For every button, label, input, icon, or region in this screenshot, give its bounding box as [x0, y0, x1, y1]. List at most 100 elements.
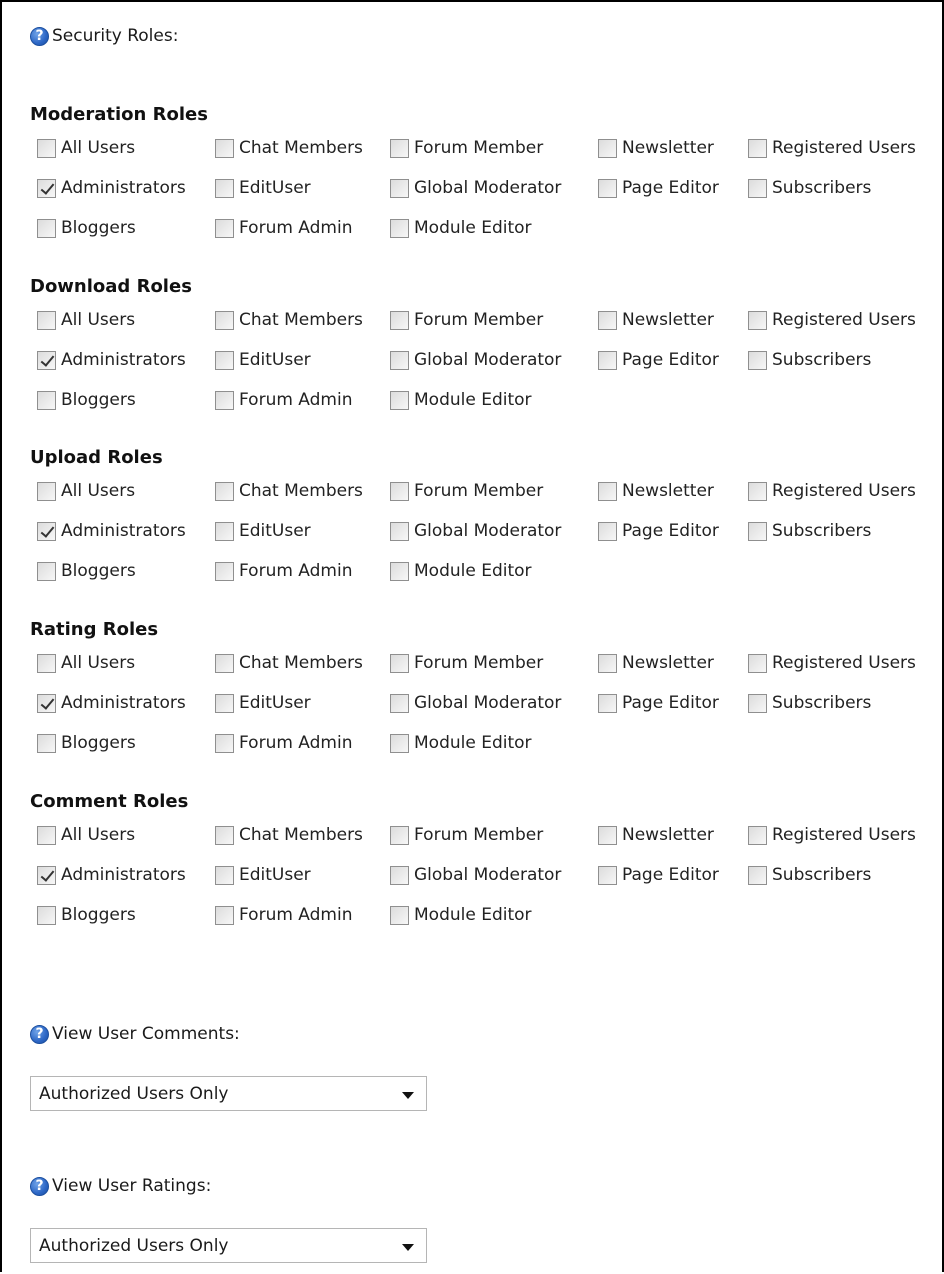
role-checkbox-forum-member[interactable]: Forum Member: [390, 653, 543, 673]
role-checkbox-global-moderator[interactable]: Global Moderator: [390, 865, 561, 885]
role-checkbox-subscribers[interactable]: Subscribers: [748, 178, 871, 198]
role-checkbox-newsletter[interactable]: Newsletter: [598, 310, 714, 330]
role-checkbox-all-users[interactable]: All Users: [37, 481, 135, 501]
checkbox[interactable]: [598, 653, 617, 673]
role-checkbox-edituser[interactable]: EditUser: [215, 178, 311, 198]
checkbox[interactable]: [390, 218, 409, 238]
checkbox[interactable]: [215, 693, 234, 713]
role-checkbox-registered-users[interactable]: Registered Users: [748, 825, 916, 845]
help-icon[interactable]: ?: [30, 26, 49, 46]
checkbox[interactable]: [748, 178, 767, 198]
checkbox[interactable]: [598, 178, 617, 198]
role-checkbox-module-editor[interactable]: Module Editor: [390, 561, 532, 581]
role-checkbox-newsletter[interactable]: Newsletter: [598, 481, 714, 501]
role-checkbox-page-editor[interactable]: Page Editor: [598, 350, 719, 370]
role-checkbox-registered-users[interactable]: Registered Users: [748, 481, 916, 501]
checkbox[interactable]: [215, 310, 234, 330]
role-checkbox-global-moderator[interactable]: Global Moderator: [390, 693, 561, 713]
checkbox[interactable]: [390, 865, 409, 885]
checkbox[interactable]: [390, 653, 409, 673]
role-checkbox-chat-members[interactable]: Chat Members: [215, 481, 363, 501]
checkbox[interactable]: [37, 178, 56, 198]
role-checkbox-module-editor[interactable]: Module Editor: [390, 905, 532, 925]
role-checkbox-forum-admin[interactable]: Forum Admin: [215, 905, 352, 925]
checkbox[interactable]: [598, 825, 617, 845]
checkbox[interactable]: [390, 561, 409, 581]
checkbox[interactable]: [215, 350, 234, 370]
checkbox[interactable]: [215, 865, 234, 885]
role-checkbox-page-editor[interactable]: Page Editor: [598, 178, 719, 198]
role-checkbox-chat-members[interactable]: Chat Members: [215, 138, 363, 158]
role-checkbox-bloggers[interactable]: Bloggers: [37, 905, 136, 925]
role-checkbox-newsletter[interactable]: Newsletter: [598, 653, 714, 673]
role-checkbox-module-editor[interactable]: Module Editor: [390, 218, 532, 238]
role-checkbox-registered-users[interactable]: Registered Users: [748, 138, 916, 158]
role-checkbox-chat-members[interactable]: Chat Members: [215, 653, 363, 673]
role-checkbox-registered-users[interactable]: Registered Users: [748, 653, 916, 673]
role-checkbox-all-users[interactable]: All Users: [37, 653, 135, 673]
checkbox[interactable]: [598, 865, 617, 885]
checkbox[interactable]: [37, 390, 56, 410]
role-checkbox-administrators[interactable]: Administrators: [37, 865, 186, 885]
checkbox[interactable]: [598, 350, 617, 370]
checkbox[interactable]: [215, 481, 234, 501]
role-checkbox-bloggers[interactable]: Bloggers: [37, 218, 136, 238]
role-checkbox-chat-members[interactable]: Chat Members: [215, 825, 363, 845]
checkbox[interactable]: [37, 218, 56, 238]
checkbox[interactable]: [37, 310, 56, 330]
role-checkbox-administrators[interactable]: Administrators: [37, 521, 186, 541]
checkbox[interactable]: [37, 138, 56, 158]
role-checkbox-forum-member[interactable]: Forum Member: [390, 825, 543, 845]
checkbox[interactable]: [215, 653, 234, 673]
checkbox[interactable]: [37, 561, 56, 581]
role-checkbox-subscribers[interactable]: Subscribers: [748, 865, 871, 885]
view-comments-select[interactable]: Authorized Users Only: [30, 1076, 427, 1111]
checkbox[interactable]: [37, 693, 56, 713]
role-checkbox-forum-admin[interactable]: Forum Admin: [215, 733, 352, 753]
role-checkbox-forum-member[interactable]: Forum Member: [390, 481, 543, 501]
checkbox[interactable]: [37, 521, 56, 541]
role-checkbox-chat-members[interactable]: Chat Members: [215, 310, 363, 330]
checkbox[interactable]: [390, 693, 409, 713]
checkbox[interactable]: [37, 905, 56, 925]
role-checkbox-subscribers[interactable]: Subscribers: [748, 521, 871, 541]
role-checkbox-page-editor[interactable]: Page Editor: [598, 521, 719, 541]
checkbox[interactable]: [37, 653, 56, 673]
checkbox[interactable]: [390, 310, 409, 330]
role-checkbox-forum-admin[interactable]: Forum Admin: [215, 390, 352, 410]
checkbox[interactable]: [598, 481, 617, 501]
role-checkbox-newsletter[interactable]: Newsletter: [598, 825, 714, 845]
role-checkbox-page-editor[interactable]: Page Editor: [598, 693, 719, 713]
role-checkbox-bloggers[interactable]: Bloggers: [37, 733, 136, 753]
checkbox[interactable]: [748, 653, 767, 673]
checkbox[interactable]: [598, 310, 617, 330]
role-checkbox-forum-member[interactable]: Forum Member: [390, 138, 543, 158]
role-checkbox-forum-member[interactable]: Forum Member: [390, 310, 543, 330]
help-icon[interactable]: ?: [30, 1176, 49, 1196]
role-checkbox-all-users[interactable]: All Users: [37, 310, 135, 330]
role-checkbox-registered-users[interactable]: Registered Users: [748, 310, 916, 330]
checkbox[interactable]: [215, 561, 234, 581]
role-checkbox-global-moderator[interactable]: Global Moderator: [390, 350, 561, 370]
checkbox[interactable]: [390, 733, 409, 753]
checkbox[interactable]: [390, 521, 409, 541]
checkbox[interactable]: [748, 138, 767, 158]
role-checkbox-all-users[interactable]: All Users: [37, 825, 135, 845]
checkbox[interactable]: [748, 825, 767, 845]
role-checkbox-bloggers[interactable]: Bloggers: [37, 390, 136, 410]
role-checkbox-global-moderator[interactable]: Global Moderator: [390, 521, 561, 541]
role-checkbox-edituser[interactable]: EditUser: [215, 521, 311, 541]
checkbox[interactable]: [748, 310, 767, 330]
checkbox[interactable]: [748, 693, 767, 713]
role-checkbox-edituser[interactable]: EditUser: [215, 865, 311, 885]
checkbox[interactable]: [215, 178, 234, 198]
role-checkbox-bloggers[interactable]: Bloggers: [37, 561, 136, 581]
checkbox[interactable]: [215, 905, 234, 925]
role-checkbox-module-editor[interactable]: Module Editor: [390, 390, 532, 410]
checkbox[interactable]: [748, 350, 767, 370]
role-checkbox-forum-admin[interactable]: Forum Admin: [215, 561, 352, 581]
role-checkbox-forum-admin[interactable]: Forum Admin: [215, 218, 352, 238]
role-checkbox-edituser[interactable]: EditUser: [215, 693, 311, 713]
checkbox[interactable]: [215, 825, 234, 845]
checkbox[interactable]: [748, 481, 767, 501]
